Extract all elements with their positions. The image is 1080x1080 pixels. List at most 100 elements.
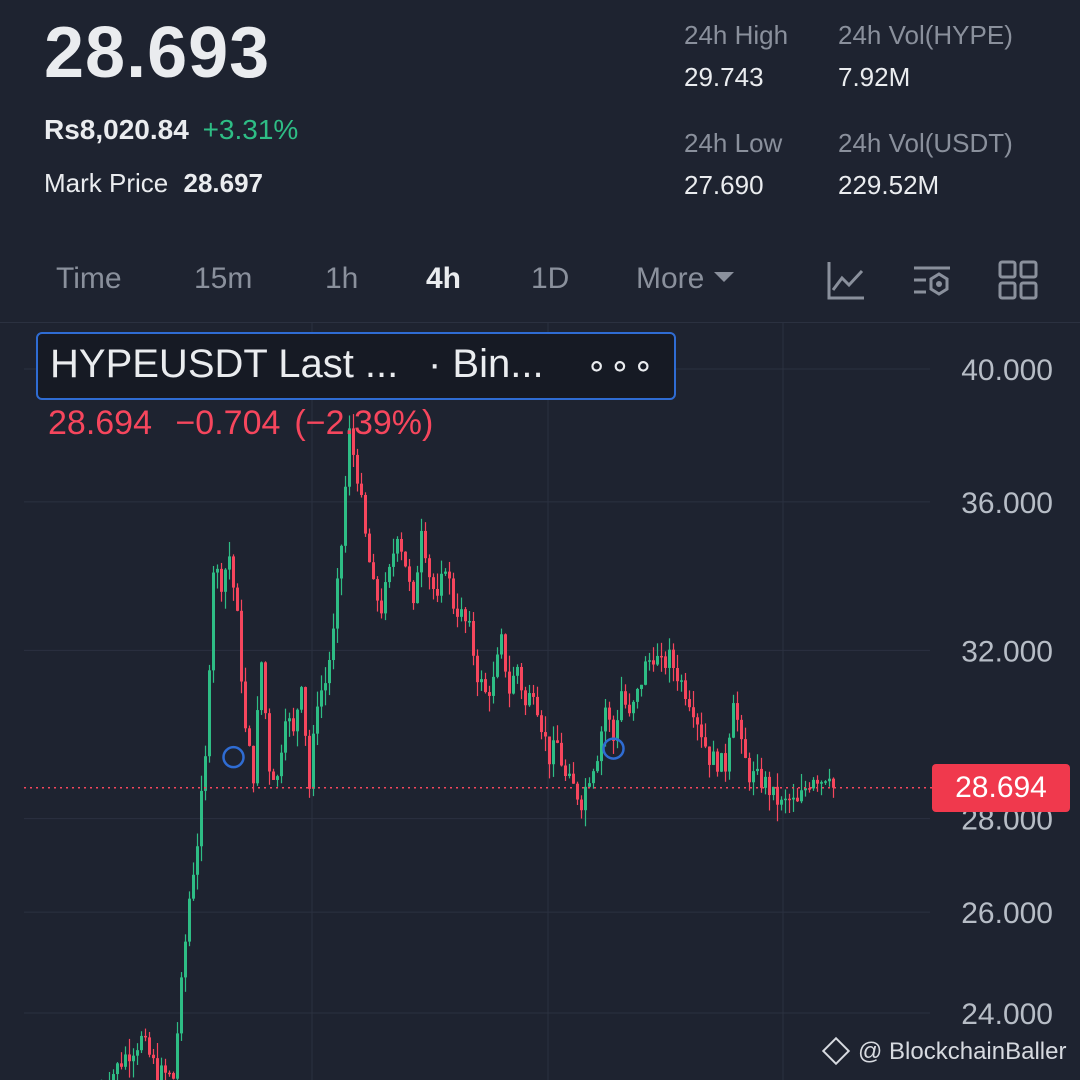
candle-body — [220, 568, 223, 592]
candle-body — [820, 782, 823, 784]
candle-body — [572, 773, 575, 784]
candle-body — [632, 701, 635, 714]
candle-body — [264, 662, 267, 714]
candle-body — [324, 683, 327, 691]
candle-body — [452, 578, 455, 609]
candle-body — [512, 675, 515, 694]
candle-body — [268, 713, 271, 772]
candle-body — [736, 703, 739, 720]
candle-body — [568, 773, 571, 777]
candle-body — [408, 566, 411, 582]
candle-body — [464, 609, 467, 622]
candle-body — [412, 581, 415, 604]
candle-body — [160, 1065, 163, 1080]
candle-body — [456, 608, 459, 617]
candle-body — [236, 587, 239, 611]
candle-body — [200, 790, 203, 847]
candle-body — [676, 667, 679, 682]
candle-body — [480, 679, 483, 683]
candle-body — [156, 1058, 159, 1080]
legend-symbol: HYPEUSDT Last ... — [50, 342, 399, 386]
candle-body — [788, 798, 791, 801]
tab-15m[interactable]: 15m — [194, 262, 252, 296]
candle-body — [680, 680, 683, 682]
candle-body — [128, 1054, 131, 1062]
chart-legend[interactable]: HYPEUSDT Last ... · Bin... ∘∘∘ — [36, 332, 676, 400]
candle-body — [224, 569, 227, 592]
candle-body — [592, 771, 595, 784]
tab-1h[interactable]: 1h — [325, 262, 358, 296]
legend-more-icon[interactable]: ∘∘∘ — [586, 346, 656, 386]
price-tick-label: 24.000 — [961, 998, 1053, 1031]
candle-body — [396, 538, 399, 554]
candle-body — [136, 1050, 139, 1056]
candle-body — [704, 737, 707, 747]
candle-body — [744, 739, 747, 758]
candle-body — [428, 558, 431, 578]
indicators-icon[interactable] — [824, 258, 868, 302]
current-price-tag: 28.694 — [932, 764, 1070, 812]
candle-body — [812, 779, 815, 789]
candle-body — [604, 707, 607, 732]
candle-body — [392, 553, 395, 567]
candle-body — [780, 799, 783, 805]
candle-body — [768, 776, 771, 796]
candle-body — [796, 797, 799, 802]
tab-more[interactable]: More — [636, 262, 735, 296]
candle-body — [384, 582, 387, 614]
candle-body — [116, 1063, 119, 1075]
candle-body — [320, 690, 323, 707]
trade-marker[interactable] — [222, 745, 245, 769]
high-label: 24h High — [684, 20, 789, 50]
candle-body — [800, 790, 803, 802]
tab-time[interactable]: Time — [56, 262, 122, 296]
candle-body — [816, 779, 819, 784]
candle-body — [520, 666, 523, 691]
candle-body — [204, 756, 207, 791]
candle-body — [144, 1035, 147, 1038]
price-axis: 40.00036.00032.00028.00026.00024.000 — [961, 354, 1053, 1031]
candle-body — [728, 737, 731, 772]
candle-body — [544, 732, 547, 737]
legend-change-pct: (−2.39%) — [294, 404, 434, 442]
candle-body — [180, 977, 183, 1034]
candle-body — [380, 600, 383, 614]
candle-body — [752, 771, 755, 783]
candle-body — [504, 634, 507, 672]
candle-body — [368, 533, 371, 563]
candle-body — [828, 778, 831, 782]
candle-body — [472, 621, 475, 656]
candle-body — [188, 898, 191, 942]
candle-body — [444, 571, 447, 574]
low-value: 27.690 — [684, 170, 764, 200]
candle-body — [700, 724, 703, 738]
interval-tabs: Time 15m 1h 4h 1D More — [0, 250, 1080, 314]
mark-price-label: Mark Price — [44, 168, 169, 198]
candle-body — [500, 634, 503, 655]
candle-body — [432, 577, 435, 589]
vol-quote-label: 24h Vol(USDT) — [838, 128, 1013, 158]
chart-settings-icon[interactable] — [910, 258, 954, 302]
layout-grid-icon[interactable] — [996, 258, 1040, 302]
legend-exchange: · Bin... — [428, 342, 544, 386]
candle-body — [488, 692, 491, 696]
candle-body — [364, 494, 367, 534]
candle-body — [476, 655, 479, 683]
candle-body — [332, 628, 335, 661]
price-tick-label: 32.000 — [961, 635, 1053, 668]
candle-body — [636, 688, 639, 702]
candle-body — [460, 609, 463, 617]
mark-price-row: Mark Price 28.697 — [44, 168, 263, 199]
candle-body — [648, 660, 651, 662]
candle-body — [740, 719, 743, 740]
candle-body — [708, 746, 711, 765]
tab-1d[interactable]: 1D — [531, 262, 569, 296]
candle-body — [448, 571, 451, 579]
candle-body — [296, 709, 299, 732]
candle-body — [196, 846, 199, 875]
candle-body — [716, 751, 719, 772]
candle-body — [508, 671, 511, 694]
candle-body — [580, 799, 583, 811]
tab-4h[interactable]: 4h — [426, 262, 461, 296]
candle-body — [312, 733, 315, 789]
